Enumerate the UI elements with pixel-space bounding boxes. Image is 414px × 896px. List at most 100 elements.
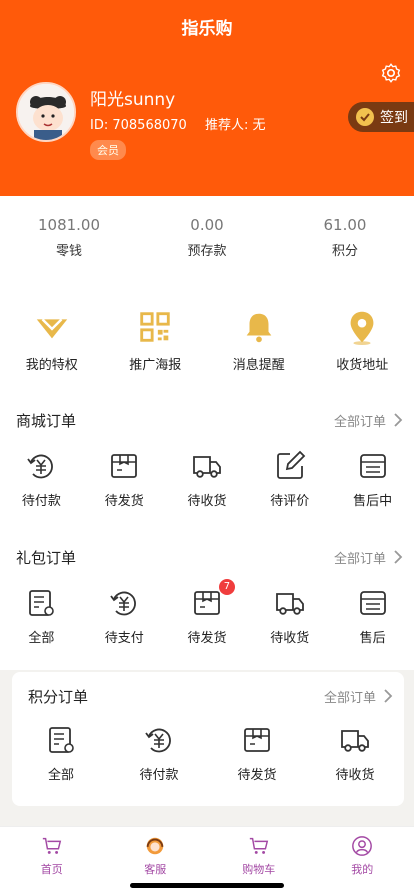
user-icon bbox=[352, 836, 373, 856]
stat-value: 61.00 bbox=[323, 216, 367, 234]
order-all[interactable]: 全部 bbox=[0, 587, 83, 646]
package-icon bbox=[244, 728, 270, 752]
stat-points[interactable]: 61.00 积分 bbox=[276, 196, 414, 276]
chevron-right-icon[interactable] bbox=[392, 412, 404, 428]
home-indicator bbox=[130, 883, 284, 888]
cart-icon bbox=[42, 837, 61, 854]
payment-icon bbox=[110, 591, 137, 616]
package-icon bbox=[111, 454, 138, 478]
page-title: 指乐购 bbox=[181, 19, 233, 39]
status-label: 待收货 bbox=[335, 768, 375, 783]
section-header: 积分订单 全部订单 bbox=[12, 684, 404, 712]
tab-label: 我的 bbox=[351, 863, 374, 876]
quick-label: 收货地址 bbox=[336, 358, 389, 373]
order-pending-receipt[interactable]: 待收货 bbox=[248, 587, 331, 646]
package-icon bbox=[194, 591, 220, 615]
stat-label: 积分 bbox=[331, 244, 358, 259]
points-orders-card: 积分订单 全部订单 全部 待付款 待发货 待收货 bbox=[12, 672, 404, 806]
status-label: 待收货 bbox=[187, 494, 227, 509]
status-label: 全部 bbox=[47, 768, 74, 783]
stat-value: 0.00 bbox=[190, 216, 224, 234]
stat-value: 1081.00 bbox=[37, 216, 101, 234]
signin-button[interactable]: 签到 bbox=[348, 102, 414, 132]
bell-icon bbox=[246, 313, 272, 343]
all-orders-link[interactable]: 全部订单 bbox=[334, 548, 386, 567]
order-pending-payment[interactable]: 待付款 bbox=[110, 724, 208, 783]
status-label: 待付款 bbox=[21, 494, 61, 509]
quick-messages[interactable]: 消息提醒 bbox=[207, 300, 311, 380]
cart-icon bbox=[249, 837, 268, 854]
tab-label: 客服 bbox=[144, 863, 167, 876]
status-label: 售后中 bbox=[353, 494, 393, 509]
payment-icon bbox=[27, 454, 54, 479]
status-label: 待发货 bbox=[187, 631, 227, 646]
user-meta: ID: 708568070 推荐人: 无 bbox=[90, 114, 279, 133]
qr-code-icon bbox=[140, 312, 170, 342]
tab-mine[interactable]: 我的 bbox=[311, 827, 414, 896]
order-pending-shipment[interactable]: 7 待发货 bbox=[166, 579, 249, 646]
signin-label: 签到 bbox=[380, 110, 408, 126]
referrer: 推荐人: 无 bbox=[204, 118, 266, 133]
order-pending-receipt[interactable]: 待收货 bbox=[306, 724, 404, 783]
order-after-sale[interactable]: 售后 bbox=[331, 587, 414, 646]
order-pending-payment[interactable]: 待付款 bbox=[0, 450, 83, 509]
section-header: 商城订单 全部订单 bbox=[0, 408, 414, 436]
all-orders-link[interactable]: 全部订单 bbox=[334, 411, 386, 430]
order-status-row: 全部 待付款 待发货 待收货 bbox=[12, 724, 404, 783]
diamond-icon bbox=[36, 318, 67, 339]
status-label: 待评价 bbox=[270, 494, 310, 509]
quick-links: 我的特权 推广海报 消息提醒 收货地址 bbox=[0, 300, 414, 380]
username: 阳光sunny bbox=[90, 90, 176, 110]
mall-orders-section: 商城订单 全部订单 待付款 待发货 待收货 待评价 售后中 bbox=[0, 408, 414, 509]
order-pending-receipt[interactable]: 待收货 bbox=[166, 450, 249, 509]
wallet-stats: 1081.00 零钱 0.00 预存款 61.00 积分 bbox=[0, 196, 414, 276]
order-pending-review[interactable]: 待评价 bbox=[248, 450, 331, 509]
list-icon bbox=[49, 727, 74, 753]
order-status-row: 全部 待支付 7 待发货 待收货 售后 bbox=[0, 579, 414, 646]
truck-icon bbox=[341, 730, 369, 752]
stat-label: 零钱 bbox=[55, 244, 82, 259]
status-label: 待付款 bbox=[139, 768, 179, 783]
quick-label: 消息提醒 bbox=[232, 358, 285, 373]
order-after-sale[interactable]: 售后中 bbox=[331, 450, 414, 509]
after-sale-icon bbox=[359, 454, 386, 478]
location-pin-icon bbox=[350, 311, 374, 346]
stat-label: 预存款 bbox=[187, 244, 227, 259]
order-pending-payment[interactable]: 待支付 bbox=[83, 587, 166, 646]
status-label: 待发货 bbox=[104, 494, 144, 509]
stat-change[interactable]: 1081.00 零钱 bbox=[0, 196, 138, 276]
quick-poster[interactable]: 推广海报 bbox=[104, 300, 208, 380]
chevron-right-icon[interactable] bbox=[382, 688, 394, 704]
order-pending-shipment[interactable]: 待发货 bbox=[208, 724, 306, 783]
status-label: 待发货 bbox=[237, 768, 277, 783]
quick-address[interactable]: 收货地址 bbox=[311, 300, 414, 380]
status-label: 售后 bbox=[359, 631, 386, 646]
tab-label: 购物车 bbox=[242, 863, 276, 876]
quick-label: 推广海报 bbox=[129, 358, 182, 373]
gear-icon[interactable] bbox=[380, 62, 402, 84]
user-id: ID: 708568070 bbox=[90, 118, 187, 133]
section-title: 积分订单 bbox=[28, 688, 89, 706]
all-orders-link[interactable]: 全部订单 bbox=[324, 687, 376, 706]
quick-label: 我的特权 bbox=[25, 358, 78, 373]
edit-icon bbox=[276, 450, 306, 479]
count-badge: 7 bbox=[218, 579, 235, 595]
list-icon bbox=[29, 590, 55, 616]
order-all[interactable]: 全部 bbox=[12, 724, 110, 783]
order-pending-shipment[interactable]: 待发货 bbox=[83, 450, 166, 509]
customer-service-icon bbox=[147, 837, 164, 855]
section-title: 商城订单 bbox=[16, 412, 77, 430]
truck-icon bbox=[275, 593, 304, 615]
stat-prepaid[interactable]: 0.00 预存款 bbox=[138, 196, 276, 276]
quick-privilege[interactable]: 我的特权 bbox=[0, 300, 104, 380]
chevron-right-icon[interactable] bbox=[392, 549, 404, 565]
order-status-row: 待付款 待发货 待收货 待评价 售后中 bbox=[0, 450, 414, 509]
truck-icon bbox=[193, 456, 221, 478]
check-icon bbox=[356, 108, 374, 126]
status-label: 全部 bbox=[28, 631, 55, 646]
section-title: 礼包订单 bbox=[16, 549, 77, 567]
tab-home[interactable]: 首页 bbox=[0, 827, 104, 896]
status-label: 待收货 bbox=[270, 631, 310, 646]
avatar[interactable] bbox=[16, 82, 76, 142]
gift-orders-section: 礼包订单 全部订单 全部 待支付 7 待发货 待收货 售后 bbox=[0, 545, 414, 646]
